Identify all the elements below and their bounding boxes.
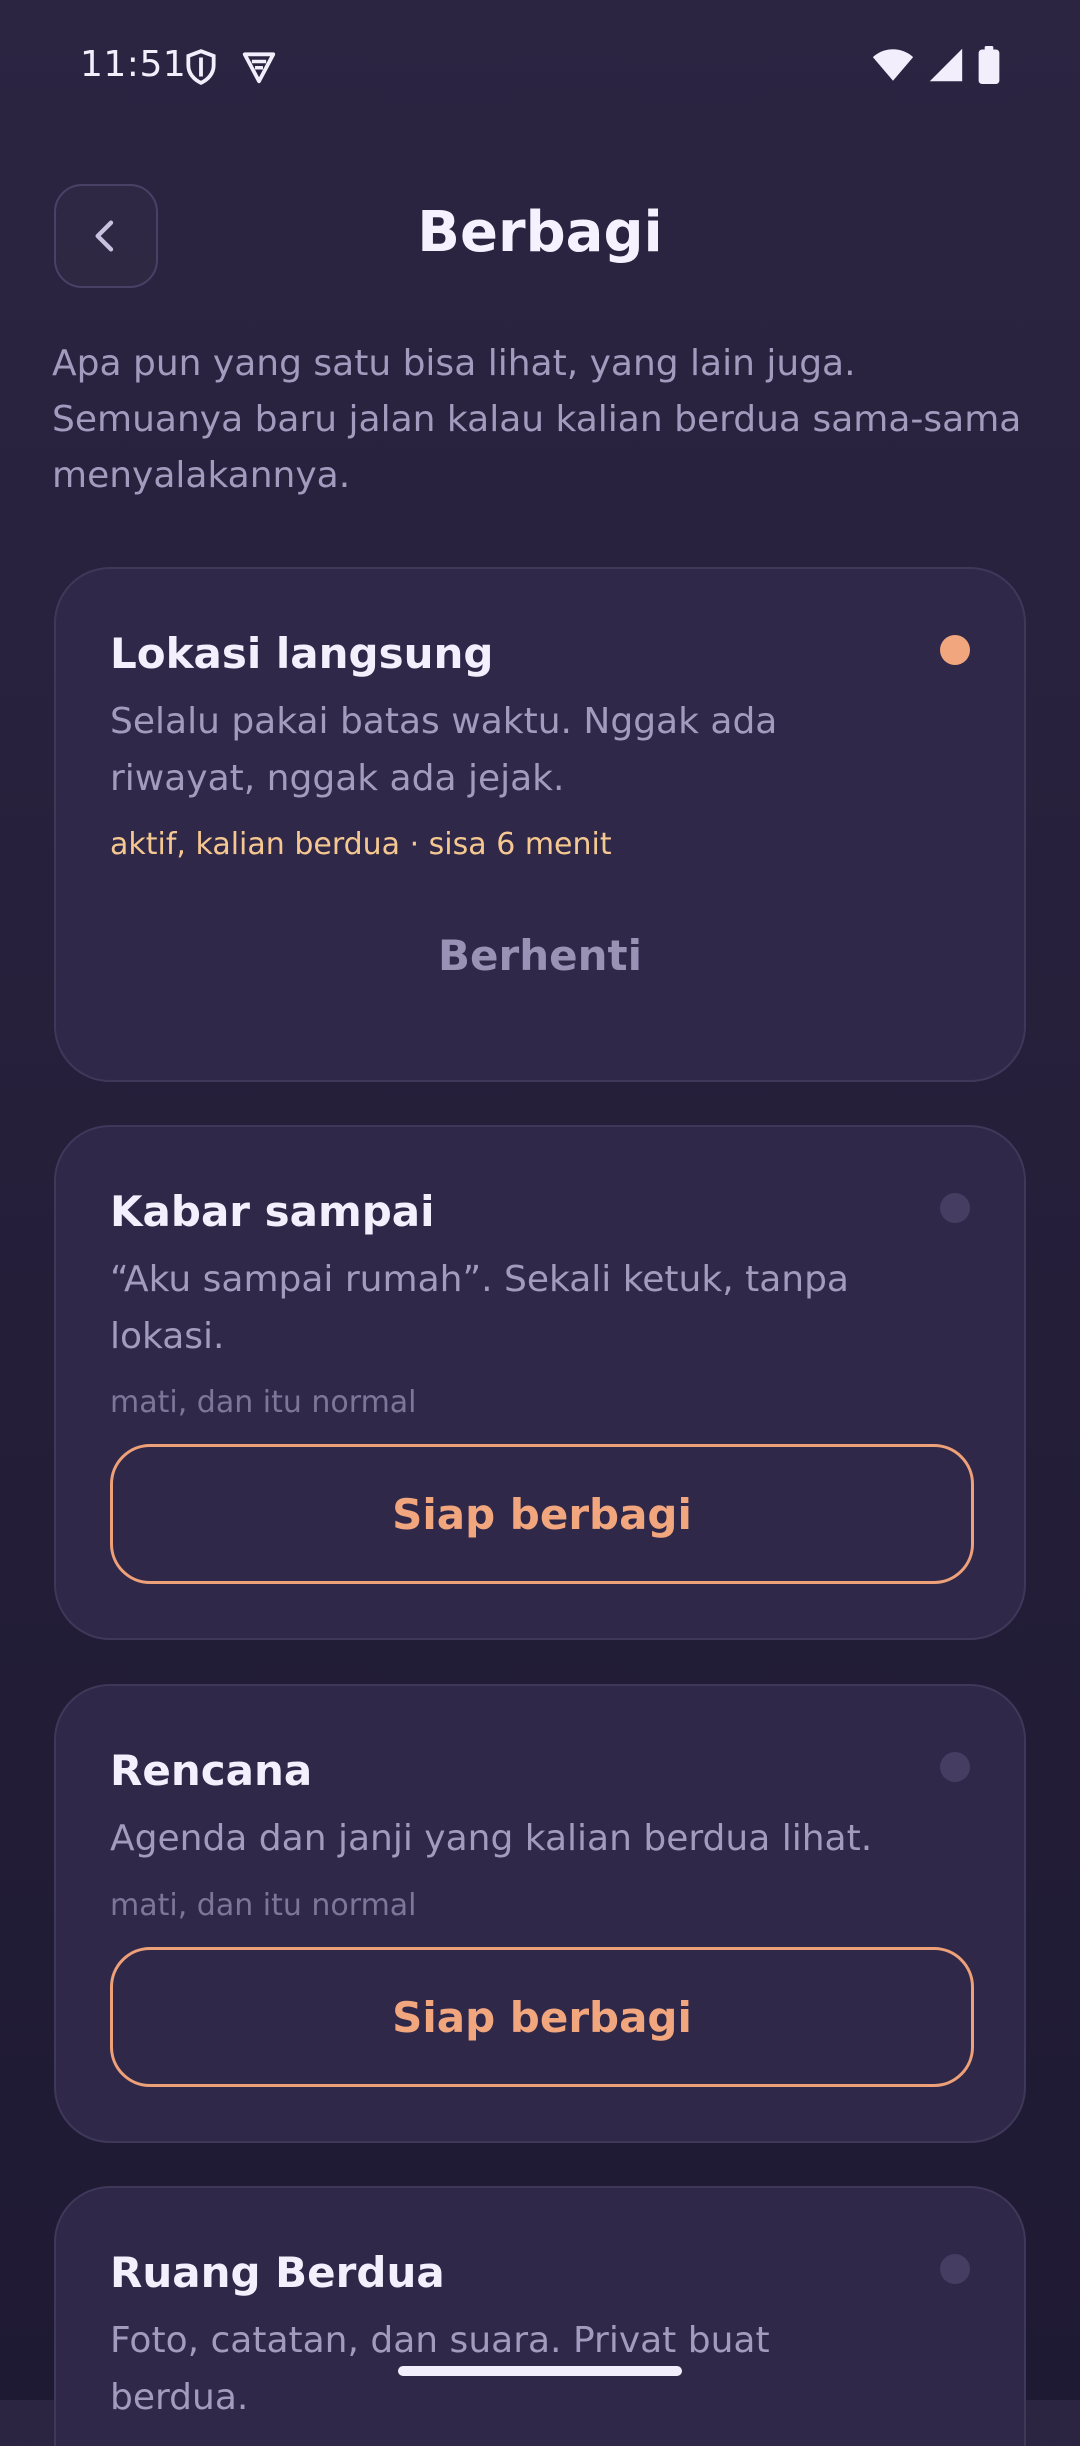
- card-plans: Rencana Agenda dan janji yang kalian ber…: [54, 1684, 1026, 2143]
- status-dot-inactive: [940, 2254, 970, 2284]
- card-description: Agenda dan janji yang kalian berdua liha…: [110, 1818, 873, 1859]
- page-title: Berbagi: [417, 200, 663, 265]
- share-button[interactable]: Siap berbagi: [110, 1444, 974, 1584]
- status-dot-inactive: [940, 1752, 970, 1782]
- intro-text: Apa pun yang satu bisa lihat, yang lain …: [52, 343, 1022, 496]
- status-time: 11:51: [80, 44, 187, 85]
- card-title: Kabar sampai: [110, 1187, 435, 1236]
- stop-button[interactable]: Berhenti: [56, 931, 1024, 980]
- status-dot-inactive: [940, 1193, 970, 1223]
- card-title: Lokasi langsung: [110, 629, 494, 678]
- card-description: Selalu pakai batas waktu. Nggak ada riwa…: [110, 701, 778, 799]
- battery-icon: [978, 46, 1000, 84]
- home-indicator[interactable]: [398, 2366, 682, 2376]
- card-shared-space: Ruang Berdua Foto, catatan, dan suara. P…: [54, 2186, 1026, 2446]
- card-status: mati, dan itu normal: [110, 1385, 417, 1420]
- card-status: mati, dan itu normal: [110, 1888, 417, 1923]
- status-bar: 11:51: [0, 0, 1080, 130]
- vpn-icon: [242, 52, 276, 84]
- card-live-location: Lokasi langsung Selalu pakai batas waktu…: [54, 567, 1026, 1082]
- card-title: Ruang Berdua: [110, 2248, 445, 2297]
- share-button[interactable]: Siap berbagi: [110, 1947, 974, 2087]
- shield-icon: [186, 49, 216, 85]
- card-arrival-notice: Kabar sampai “Aku sampai rumah”. Sekali …: [54, 1125, 1026, 1640]
- status-dot-active: [940, 635, 970, 665]
- card-title: Rencana: [110, 1746, 313, 1795]
- wifi-icon: [872, 49, 914, 81]
- card-description: “Aku sampai rumah”. Sekali ketuk, tanpa …: [110, 1259, 849, 1357]
- signal-icon: [929, 48, 963, 82]
- card-status: aktif, kalian berdua · sisa 6 menit: [110, 827, 612, 862]
